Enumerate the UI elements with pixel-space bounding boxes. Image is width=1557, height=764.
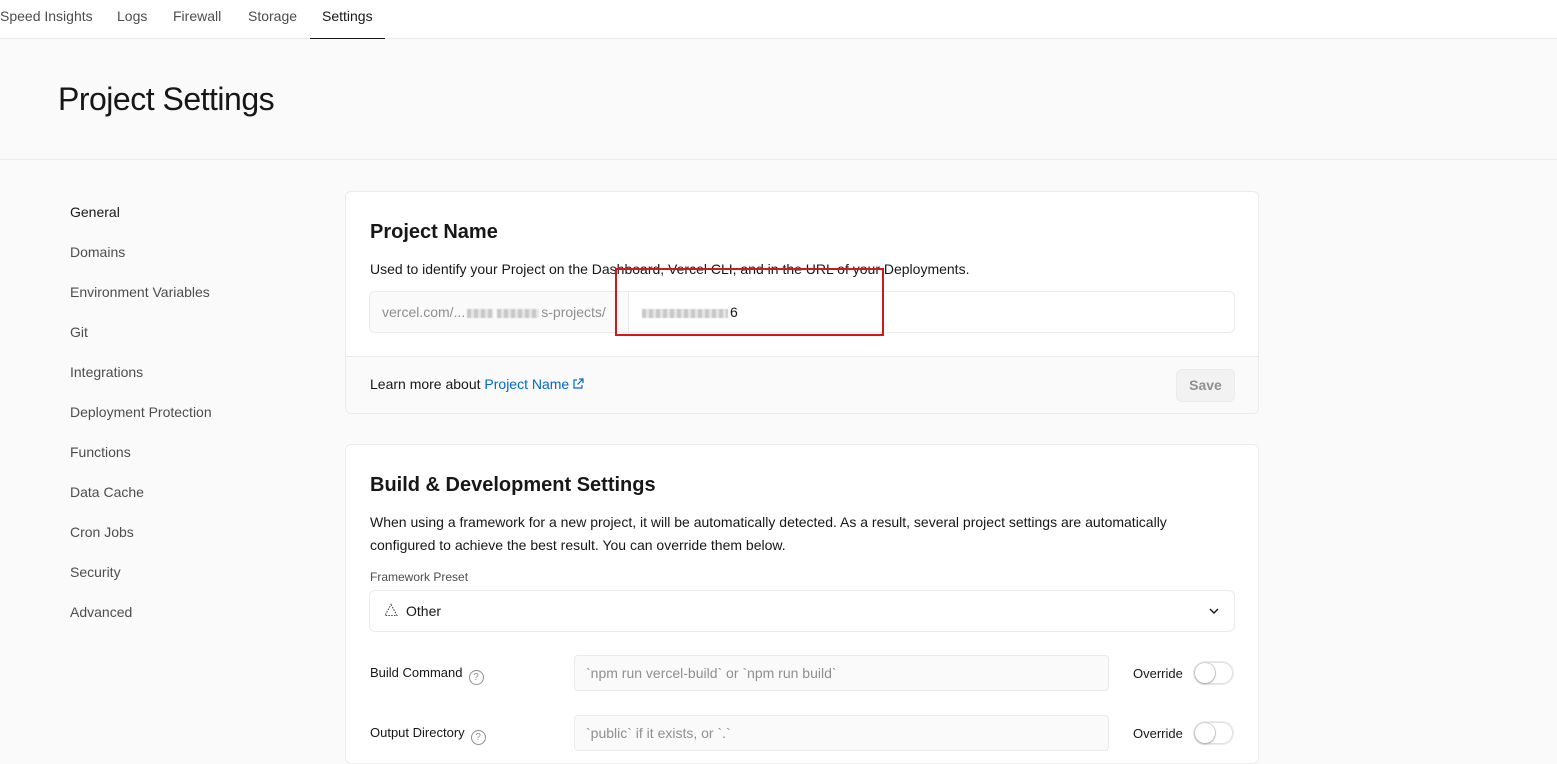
- learn-more-text: Learn more about Project Name: [370, 376, 584, 392]
- output-directory-input[interactable]: `public` if it exists, or `.`: [574, 715, 1109, 751]
- sidebar-item-security[interactable]: Security: [70, 564, 121, 580]
- framework-preset-label: Framework Preset: [370, 570, 469, 584]
- chevron-down-icon: [1209, 608, 1219, 614]
- framework-preset-select[interactable]: Other: [369, 590, 1235, 632]
- redacted-text: [642, 308, 728, 318]
- tab-settings[interactable]: Settings: [310, 0, 385, 40]
- build-command-override-label: Override: [1133, 666, 1183, 681]
- build-command-label: Build Command?: [370, 665, 484, 685]
- external-link-icon: [573, 378, 584, 389]
- build-command-input[interactable]: `npm run vercel-build` or `npm run build…: [574, 655, 1109, 691]
- output-directory-label: Output Directory?: [370, 725, 486, 745]
- project-name-description: Used to identify your Project on the Das…: [370, 261, 970, 277]
- project-name-card: Project Name Used to identify your Proje…: [345, 191, 1259, 414]
- build-description-line1: When using a framework for a new project…: [370, 514, 1167, 530]
- sidebar-item-git[interactable]: Git: [70, 324, 88, 340]
- sidebar-item-functions[interactable]: Functions: [70, 444, 131, 460]
- output-directory-override-toggle[interactable]: [1193, 721, 1234, 745]
- tab-storage[interactable]: Storage: [236, 0, 309, 39]
- save-button[interactable]: Save: [1176, 369, 1235, 402]
- sidebar-item-data-cache[interactable]: Data Cache: [70, 484, 144, 500]
- learn-more-prefix: Learn more about: [370, 376, 485, 392]
- tab-firewall[interactable]: Firewall: [161, 0, 233, 39]
- sidebar-item-general[interactable]: General: [70, 204, 120, 220]
- project-name-docs-link[interactable]: Project Name: [484, 376, 584, 392]
- build-command-override-toggle[interactable]: [1193, 661, 1234, 685]
- redacted-text: [467, 308, 494, 318]
- build-settings-card: Build & Development Settings When using …: [345, 444, 1259, 764]
- prefix-end-text: s-projects/: [541, 304, 606, 320]
- project-name-title: Project Name: [370, 221, 498, 243]
- page-title: Project Settings: [58, 81, 275, 117]
- prefix-start-text: vercel.com/...: [382, 304, 466, 320]
- output-directory-label-text: Output Directory: [370, 725, 465, 740]
- sidebar-item-domains[interactable]: Domains: [70, 244, 125, 260]
- output-directory-override-label: Override: [1133, 726, 1183, 741]
- build-settings-title: Build & Development Settings: [370, 474, 656, 496]
- tab-speed-insights[interactable]: Speed Insights: [0, 0, 105, 39]
- main-content: General Domains Environment Variables Gi…: [0, 160, 1557, 764]
- help-icon[interactable]: ?: [468, 670, 484, 685]
- help-icon[interactable]: ?: [470, 730, 486, 745]
- project-name-footer: Learn more about Project Name Save: [346, 356, 1258, 413]
- project-name-field: vercel.com/... s-projects/ 6: [369, 291, 1235, 333]
- sidebar-item-integrations[interactable]: Integrations: [70, 364, 143, 380]
- build-command-label-text: Build Command: [370, 665, 463, 680]
- page-header: Project Settings: [0, 39, 1557, 160]
- sidebar-item-cron-jobs[interactable]: Cron Jobs: [70, 524, 134, 540]
- project-name-input[interactable]: 6: [642, 292, 738, 332]
- top-nav: Speed Insights Logs Firewall Storage Set…: [0, 0, 1557, 40]
- tab-logs[interactable]: Logs: [105, 0, 159, 39]
- build-description-line2: configured to achieve the best result. Y…: [370, 537, 786, 553]
- triangle-icon: [384, 603, 398, 617]
- project-name-value-text: 6: [730, 304, 738, 320]
- project-url-prefix: vercel.com/... s-projects/: [370, 292, 629, 332]
- redacted-text: [497, 308, 540, 318]
- sidebar-item-advanced[interactable]: Advanced: [70, 604, 132, 620]
- framework-preset-value: Other: [406, 603, 442, 619]
- sidebar-item-environment-variables[interactable]: Environment Variables: [70, 284, 210, 300]
- docs-link-label: Project Name: [484, 376, 570, 392]
- sidebar-item-deployment-protection[interactable]: Deployment Protection: [70, 404, 212, 420]
